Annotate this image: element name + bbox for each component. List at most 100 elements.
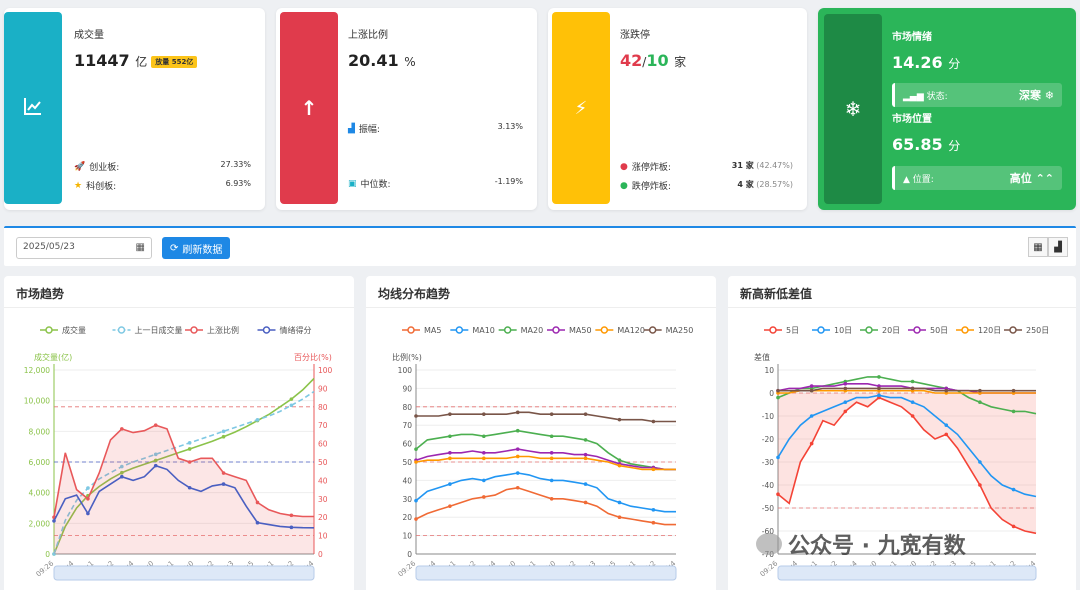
series-point: [910, 400, 915, 404]
limit-side: ⚡: [552, 12, 610, 204]
market-trend-panel: 市场趋势 成交量 上一日成交量 上涨比例 情绪得分 成交量(亿) 百分比(%) 0 2,000…: [4, 276, 354, 590]
refresh-button[interactable]: ⟳ 刷新数据: [162, 237, 231, 259]
series-point: [776, 492, 780, 496]
chart-view-icon[interactable]: ▟: [1048, 237, 1068, 257]
series-point: [482, 451, 486, 455]
x-tick-label: 09:26: [397, 559, 418, 578]
series-point: [448, 412, 452, 416]
arrow-up-icon: ↑: [300, 96, 318, 120]
legend-label: MA20: [521, 326, 544, 335]
calendar-icon[interactable]: ▦: [136, 242, 145, 253]
table-view-icon[interactable]: ▦: [1028, 237, 1048, 257]
toolbar: 2025/05/23 ▦ ⟳ 刷新数据 ▦ ▟: [4, 226, 1076, 266]
legend-swatch-dot: [769, 326, 777, 334]
y-tick-label: 0: [45, 550, 50, 559]
y-tick-label: 70: [402, 421, 412, 430]
signal-icon: ▂▄▆: [903, 91, 924, 102]
watermark: 公众号 · 九宽有数: [756, 528, 966, 560]
limit-down-break-label: 跌停炸板:: [631, 182, 671, 192]
volume-badge: 放量 552亿: [151, 55, 198, 68]
legend-swatch-dot: [190, 326, 198, 334]
wechat-logo-icon: [756, 533, 782, 555]
y-tick-right-label: 60: [318, 440, 328, 449]
series-point: [877, 386, 881, 391]
legend-swatch-dot: [1009, 326, 1017, 334]
median-label: 中位数:: [360, 180, 391, 190]
snowflake-icon: ❄: [844, 97, 862, 121]
series-point: [414, 460, 418, 464]
triangle-up-icon: ▲: [903, 174, 910, 185]
y-axis-label: 比例(%): [392, 352, 422, 362]
legend-swatch-dot: [600, 326, 609, 334]
series-point: [877, 375, 881, 379]
y-axis-right-label: 百分比(%): [294, 352, 332, 362]
series-point: [515, 454, 520, 459]
series-point: [549, 456, 554, 461]
series-point: [617, 458, 622, 462]
series-line: [415, 448, 676, 471]
legend-label: 5日: [786, 326, 799, 335]
position-label: 位置:: [912, 174, 934, 185]
refresh-label: 刷新数据: [182, 244, 223, 256]
series-point: [86, 486, 90, 490]
y-tick-label: 10: [402, 532, 412, 541]
volume-side: [4, 12, 62, 204]
series-point: [515, 447, 520, 451]
limit-up-count: 42: [620, 51, 643, 70]
series-point: [515, 471, 520, 475]
position-unit: 分: [948, 139, 961, 153]
y-tick-right-label: 20: [318, 513, 328, 522]
series-point: [255, 520, 260, 525]
legend-label: MA250: [666, 326, 694, 335]
series-point: [255, 418, 260, 422]
series-point: [910, 414, 915, 418]
series-point: [549, 434, 554, 439]
ma-distribution-title: 均线分布趋势: [366, 276, 716, 308]
series-point: [549, 451, 554, 455]
legend-swatch-dot: [455, 326, 464, 334]
volume-value: 11447: [74, 51, 130, 70]
watermark-text: 公众号 · 九宽有数: [788, 534, 966, 559]
rise-title: 上涨比例: [348, 30, 388, 41]
series-point: [651, 419, 656, 424]
y-tick-label: 30: [402, 495, 412, 504]
series-point: [776, 455, 780, 460]
status-value: 深寒 ❄: [1018, 89, 1054, 102]
median-value: -1.19%: [494, 177, 523, 186]
y-tick-label: 60: [402, 440, 412, 449]
refresh-icon: ⟳: [170, 242, 179, 254]
series-point: [809, 441, 814, 446]
volume-unit: 亿: [135, 55, 148, 69]
series-point: [809, 388, 814, 393]
legend-label: 20日: [882, 326, 900, 335]
legend-swatch-dot: [817, 326, 825, 334]
series-point: [221, 429, 226, 434]
series-line: [415, 486, 676, 526]
date-input[interactable]: 2025/05/23 ▦: [16, 237, 152, 259]
zoom-slider: [415, 565, 677, 581]
y-tick-label: 10: [764, 366, 774, 375]
series-point: [843, 386, 848, 391]
y-tick-label: 12,000: [24, 366, 50, 375]
series-point: [1011, 487, 1016, 492]
ma-distribution-panel: 均线分布趋势 MA5 MA10 MA20 MA50 MA120 MA250 比例(%) 0 10…: [366, 276, 716, 590]
series-line: [415, 472, 676, 513]
y-tick-label: 0: [407, 550, 412, 559]
status-label: 状态:: [926, 91, 948, 102]
market-trend-title: 市场趋势: [4, 276, 354, 308]
position-status-bar: ▲ 位置: 高位 ⌃⌃: [892, 166, 1062, 190]
y-tick-label: 2,000: [29, 519, 51, 528]
series-point: [448, 434, 452, 439]
y-tick-label: 50: [402, 458, 412, 467]
legend-label: 120日: [978, 326, 1001, 335]
y-tick-label: 40: [402, 476, 412, 485]
limit-down-count: 10: [646, 51, 669, 70]
legend-swatch-dot: [648, 326, 657, 334]
series-point: [255, 500, 260, 505]
series-point: [809, 414, 814, 418]
series-point: [515, 428, 520, 433]
legend-label: 上涨比例: [207, 325, 239, 335]
series-point: [120, 427, 124, 431]
limit-up-break-label: 涨停炸板:: [631, 163, 671, 173]
series-point: [617, 463, 622, 468]
